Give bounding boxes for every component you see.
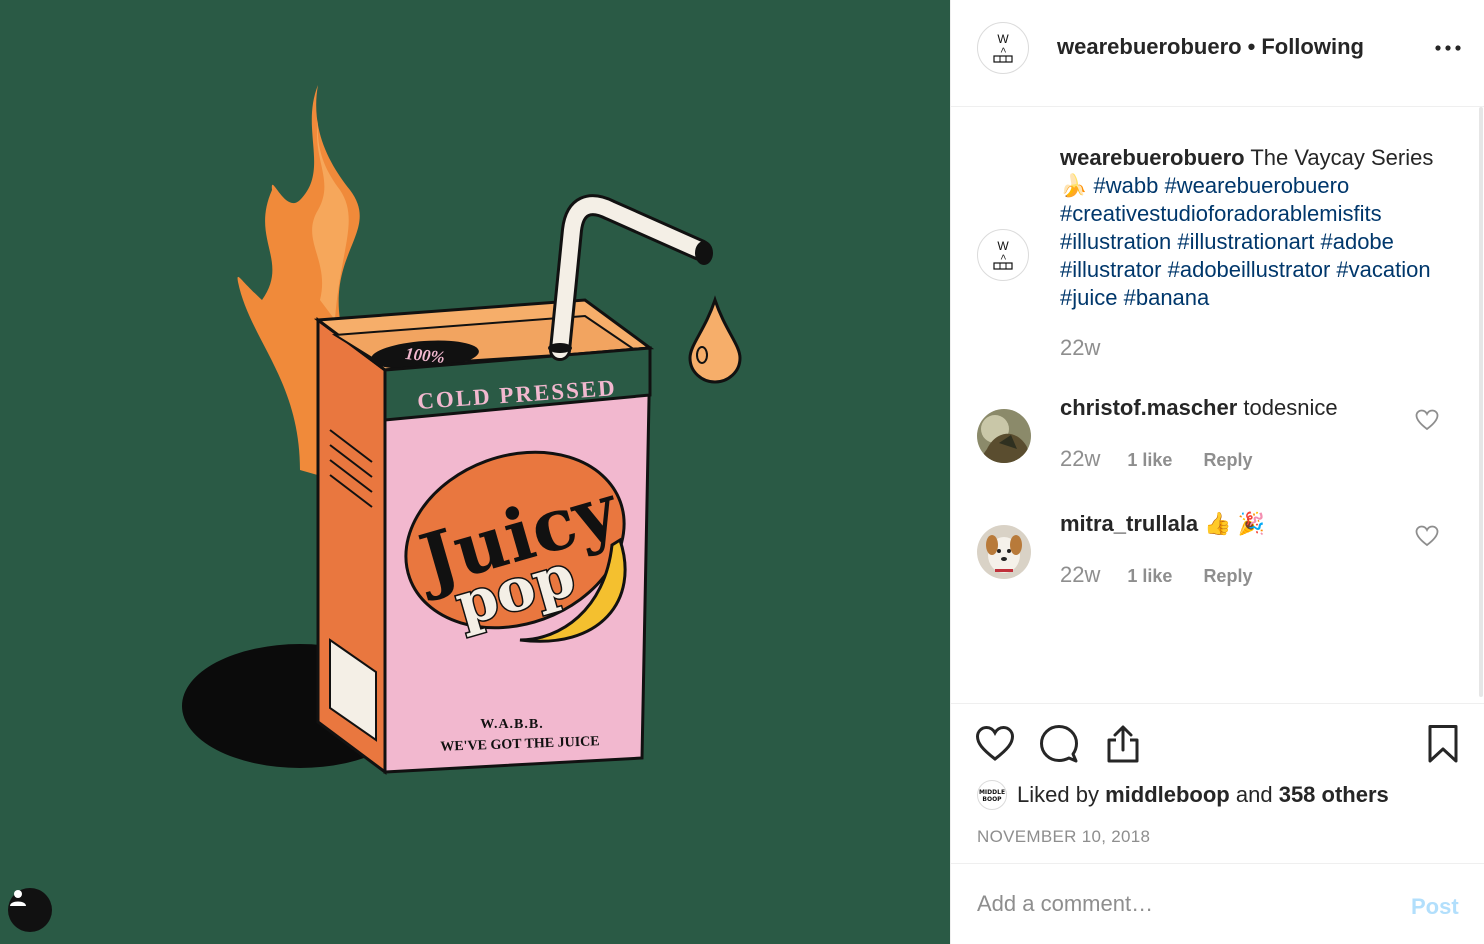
person-icon	[10, 890, 26, 906]
maker-text: W.A.B.B.	[480, 717, 544, 732]
caption-timestamp[interactable]: 22w	[1060, 335, 1100, 361]
reply-button[interactable]: Reply	[1203, 566, 1252, 586]
comment-text-line: christof.mascher todesnice	[1060, 395, 1338, 421]
caption-text: wearebuerobuero The Vaycay Series 🍌 #wab…	[1060, 144, 1460, 312]
svg-text:BOOP: BOOP	[982, 796, 1002, 803]
reply-button[interactable]: Reply	[1203, 450, 1252, 470]
hashtag-link[interactable]: #illustration	[1060, 229, 1171, 254]
post-button[interactable]: Post	[1411, 894, 1459, 920]
liked-by-prefix: Liked by	[1017, 782, 1099, 807]
header-separator: •	[1247, 34, 1256, 59]
liker-avatar[interactable]: MIDDLE BOOP	[977, 780, 1007, 810]
hashtag-link[interactable]: #illustrationart	[1177, 229, 1314, 254]
more-options-icon[interactable]	[1433, 38, 1463, 58]
liked-by-and: and	[1235, 782, 1273, 807]
liked-by-others[interactable]: 358 others	[1279, 782, 1389, 808]
post-actions: MIDDLE BOOP Liked by middleboop and 358 …	[951, 703, 1484, 863]
heart-icon[interactable]	[975, 724, 1015, 764]
hashtag-link[interactable]: #wabb	[1094, 173, 1159, 198]
svg-text:<: <	[997, 254, 1008, 260]
comments-section[interactable]: W < wearebuerobuero The Vaycay Series 🍌 …	[951, 107, 1484, 703]
svg-text:W: W	[997, 239, 1009, 253]
comment-meta: 22w 1 like Reply	[1060, 446, 1252, 472]
brand-logo-icon: W <	[993, 32, 1013, 63]
author-avatar[interactable]: W <	[977, 22, 1029, 74]
commenter-avatar[interactable]	[977, 525, 1031, 579]
liked-by-user[interactable]: middleboop	[1105, 782, 1230, 808]
comment-item: mitra_trullala 👍 🎉 22w 1 like Reply	[951, 511, 1484, 625]
commenter-avatar[interactable]	[977, 409, 1031, 463]
post-side-panel: W < wearebuerobuero • Following W < wear…	[950, 0, 1484, 944]
hashtag-link[interactable]: #creativestudioforadorablemisfits	[1060, 201, 1382, 226]
post-date[interactable]: NOVEMBER 10, 2018	[977, 827, 1150, 847]
comment-username[interactable]: mitra_trullala	[1060, 511, 1198, 536]
svg-text:W: W	[997, 32, 1009, 46]
hashtag-link[interactable]: #wearebuerobuero	[1165, 173, 1350, 198]
hashtag-link[interactable]: #illustrator	[1060, 257, 1161, 282]
hashtag-link[interactable]: #adobeillustrator	[1168, 257, 1331, 282]
middleboop-logo-icon: MIDDLE BOOP	[979, 789, 1005, 803]
caption-username[interactable]: wearebuerobuero	[1060, 145, 1245, 170]
comment-time[interactable]: 22w	[1060, 562, 1100, 587]
caption-hashtags: #wabb #wearebuerobuero #creativestudiofo…	[1060, 173, 1431, 310]
straw	[548, 194, 713, 361]
comment-input[interactable]	[977, 886, 1377, 922]
comment-item: christof.mascher todesnice 22w 1 like Re…	[951, 395, 1484, 509]
add-comment-bar: Post	[951, 863, 1484, 944]
share-icon[interactable]	[1103, 724, 1143, 764]
svg-text:MIDDLE: MIDDLE	[979, 789, 1005, 796]
comment-like-heart-icon[interactable]	[1415, 409, 1439, 431]
comment-likes[interactable]: 1 like	[1127, 450, 1172, 470]
hashtag-link[interactable]: #adobe	[1320, 229, 1393, 254]
comment-time[interactable]: 22w	[1060, 446, 1100, 471]
following-button[interactable]: Following	[1261, 34, 1364, 59]
hashtag-link[interactable]: #banana	[1124, 285, 1210, 310]
comment-icon[interactable]	[1039, 724, 1079, 764]
liked-by-line: MIDDLE BOOP Liked by middleboop and 358 …	[977, 778, 1389, 812]
bookmark-icon[interactable]	[1423, 724, 1463, 764]
comment-meta: 22w 1 like Reply	[1060, 562, 1252, 588]
comments-scrollbar[interactable]	[1479, 107, 1483, 697]
svg-text:<: <	[997, 47, 1008, 53]
hashtag-link[interactable]: #vacation	[1336, 257, 1430, 282]
comment-text: 👍 🎉	[1204, 511, 1266, 536]
comment-likes[interactable]: 1 like	[1127, 566, 1172, 586]
comment-like-heart-icon[interactable]	[1415, 525, 1439, 547]
user-tag-button[interactable]	[8, 888, 52, 932]
brand-logo-icon: W <	[993, 239, 1013, 270]
post-header: W < wearebuerobuero • Following	[951, 0, 1484, 107]
juice-box-illustration: 100% COLD PRESSED Juicy pop W.A.B.B. WE'…	[182, 85, 742, 775]
juice-drop	[688, 295, 742, 384]
post-image[interactable]: 100% COLD PRESSED Juicy pop W.A.B.B. WE'…	[0, 0, 950, 944]
hashtag-link[interactable]: #juice	[1060, 285, 1117, 310]
comment-text-line: mitra_trullala 👍 🎉	[1060, 511, 1265, 537]
comment-username[interactable]: christof.mascher	[1060, 395, 1237, 420]
caption-author-avatar[interactable]: W <	[977, 229, 1029, 281]
comment-text: todesnice	[1243, 395, 1338, 420]
header-user-line: wearebuerobuero • Following	[1057, 34, 1364, 60]
header-username[interactable]: wearebuerobuero	[1057, 34, 1242, 59]
